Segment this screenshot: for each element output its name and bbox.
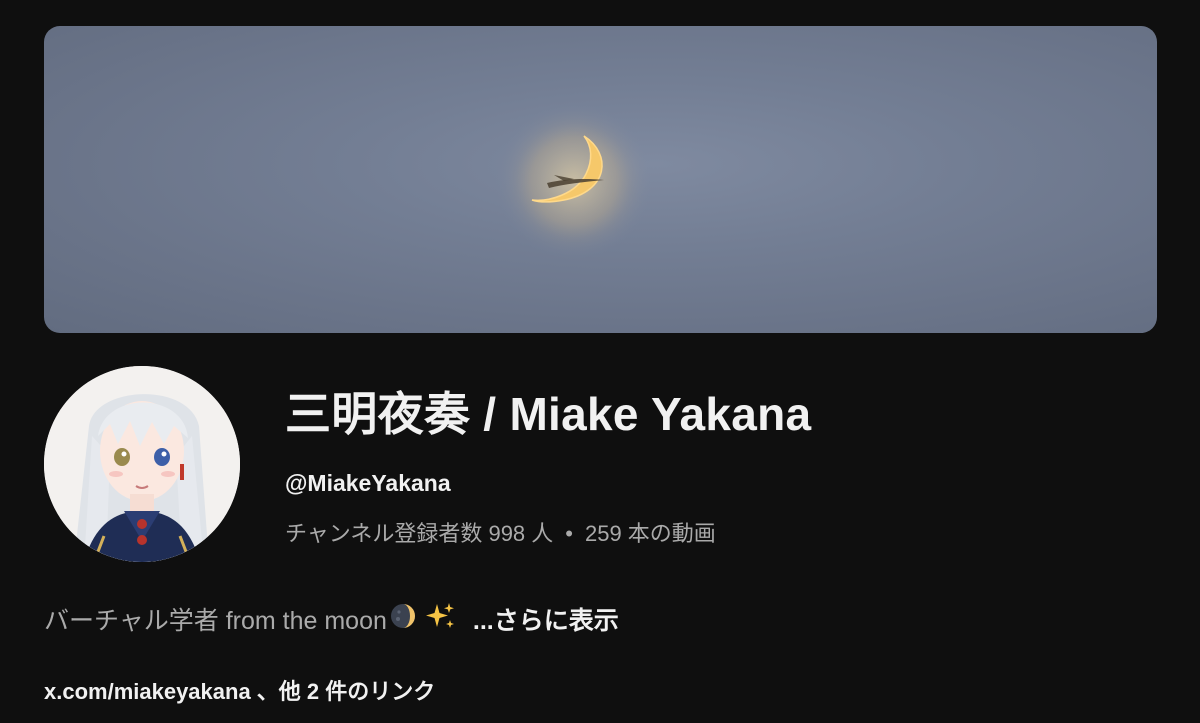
show-more-button[interactable]: ...さらに表示 bbox=[473, 604, 619, 638]
stats-separator: • bbox=[565, 521, 573, 546]
sparkles-emoji-icon bbox=[425, 600, 457, 641]
video-count: 259 本の動画 bbox=[584, 521, 716, 546]
channel-handle: @MiakeYakana bbox=[285, 470, 451, 496]
channel-links[interactable]: x.com/miakeyakana 、他 2 件のリンク bbox=[44, 677, 435, 707]
crescent-moon-image bbox=[496, 103, 652, 259]
description-text: バーチャル学者 from the moon bbox=[44, 606, 387, 635]
channel-name: 三明夜奏 / Miake Yakana bbox=[285, 388, 812, 440]
channel-stats: チャンネル登録者数 998 人 • 259 本の動画 bbox=[285, 519, 716, 549]
channel-avatar[interactable] bbox=[44, 366, 240, 562]
avatar-illustration bbox=[44, 366, 240, 562]
moon-emoji-icon bbox=[389, 602, 417, 639]
channel-banner bbox=[44, 26, 1157, 333]
subscriber-count: チャンネル登録者数 998 人 bbox=[285, 521, 554, 546]
channel-description[interactable]: バーチャル学者 from the moon ...さらに表示 bbox=[44, 600, 619, 641]
channel-header: 三明夜奏 / Miake Yakana @MiakeYakana チャンネル登録… bbox=[0, 0, 1200, 723]
